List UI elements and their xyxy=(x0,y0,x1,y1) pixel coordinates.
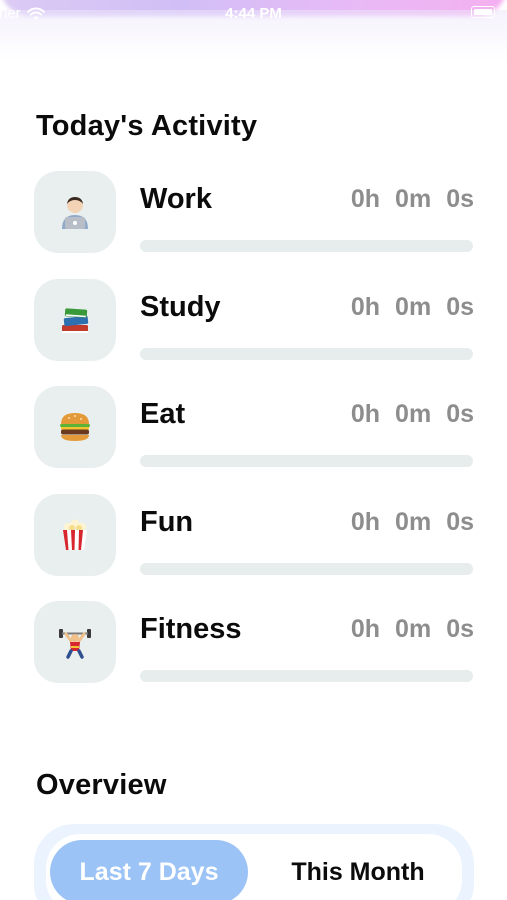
eat-timer: 0h 0m 0s xyxy=(351,400,474,429)
todays-activity-heading: Today's Activity xyxy=(36,110,258,142)
seconds-value: 0s xyxy=(446,293,474,321)
fun-progress-bar xyxy=(140,563,473,575)
weightlifter-icon xyxy=(59,629,91,659)
hours-value: 0h xyxy=(350,400,381,428)
fitness-timer: 0h 0m 0s xyxy=(351,615,474,644)
activity-name: Fun xyxy=(140,506,194,538)
activity-row-work[interactable]: Work 0h 0m 0s xyxy=(34,171,474,255)
seconds-value: 0s xyxy=(446,400,474,428)
overview-period-selector: Last 7 Days This Month xyxy=(34,824,474,900)
fun-icon-tile[interactable] xyxy=(34,494,116,576)
seconds-value: 0s xyxy=(446,185,474,213)
segment-this-month[interactable]: This Month xyxy=(260,840,456,900)
seconds-value: 0s xyxy=(446,615,474,643)
battery-icon xyxy=(471,6,495,18)
activity-name: Eat xyxy=(140,398,186,430)
seconds-value: 0s xyxy=(446,508,474,536)
work-progress-bar xyxy=(140,240,473,252)
segment-last-7-days[interactable]: Last 7 Days xyxy=(50,840,248,900)
minutes-value: 0m xyxy=(395,400,432,428)
activity-row-fitness[interactable]: Fitness 0h 0m 0s xyxy=(34,601,474,685)
technologist-icon xyxy=(62,197,88,229)
hours-value: 0h xyxy=(350,615,381,643)
status-bar: rrier 4:44 PM xyxy=(0,0,507,60)
status-time: 4:44 PM xyxy=(225,5,282,22)
activity-row-study[interactable]: Study 0h 0m 0s xyxy=(34,279,474,363)
popcorn-icon xyxy=(63,519,87,550)
hamburger-icon xyxy=(60,413,90,441)
activity-name: Fitness xyxy=(140,613,242,645)
fitness-progress-bar xyxy=(140,670,473,682)
hours-value: 0h xyxy=(350,508,381,536)
overview-heading: Overview xyxy=(36,769,167,801)
fun-timer: 0h 0m 0s xyxy=(351,508,474,537)
books-icon xyxy=(62,308,89,333)
hours-value: 0h xyxy=(350,185,381,213)
work-timer: 0h 0m 0s xyxy=(351,185,474,214)
eat-progress-bar xyxy=(140,455,473,467)
minutes-value: 0m xyxy=(395,185,432,213)
work-icon-tile[interactable] xyxy=(34,171,116,253)
activity-row-eat[interactable]: Eat 0h 0m 0s xyxy=(34,386,474,470)
study-icon-tile[interactable] xyxy=(34,279,116,361)
activity-name: Work xyxy=(140,183,212,215)
activity-row-fun[interactable]: Fun 0h 0m 0s xyxy=(34,494,474,578)
hours-value: 0h xyxy=(350,293,381,321)
app-screen: rrier 4:44 PM Today's Activity Work 0h 0… xyxy=(0,0,507,900)
minutes-value: 0m xyxy=(395,293,432,321)
minutes-value: 0m xyxy=(395,615,432,643)
study-timer: 0h 0m 0s xyxy=(351,293,474,322)
segment-track: Last 7 Days This Month xyxy=(46,834,462,900)
eat-icon-tile[interactable] xyxy=(34,386,116,468)
minutes-value: 0m xyxy=(395,508,432,536)
fitness-icon-tile[interactable] xyxy=(34,601,116,683)
activity-name: Study xyxy=(140,291,221,323)
study-progress-bar xyxy=(140,348,473,360)
